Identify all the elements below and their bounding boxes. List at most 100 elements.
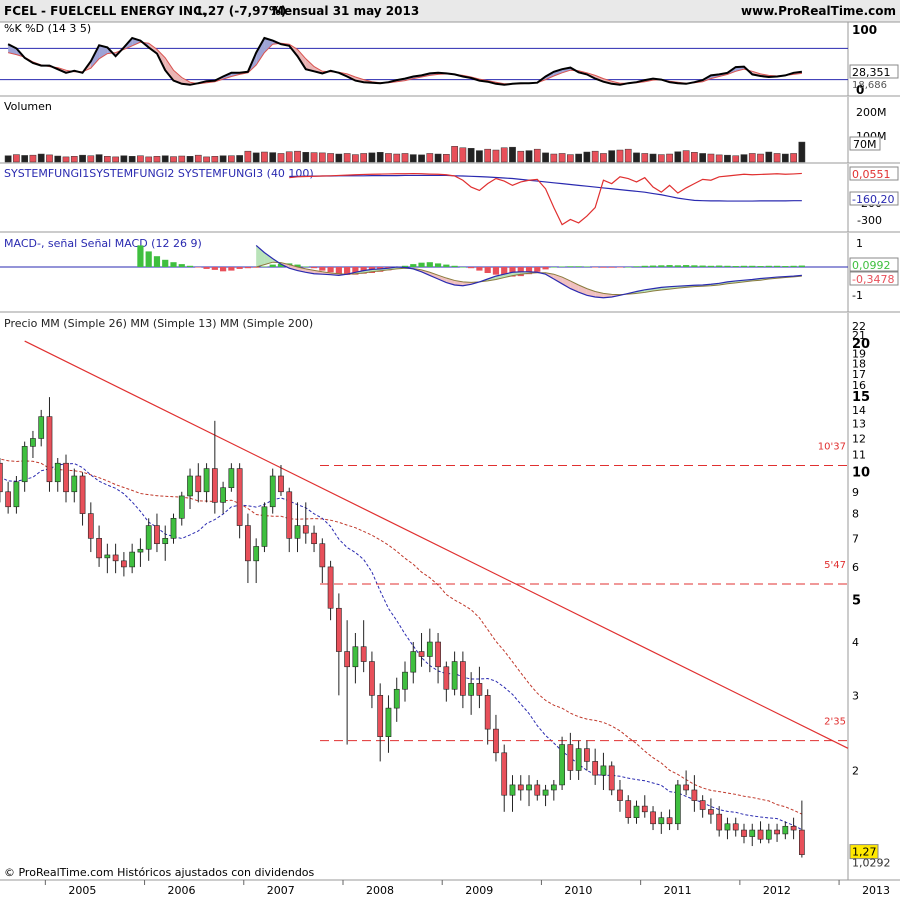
macd-histogram-bar <box>236 267 243 269</box>
volume-bar <box>699 153 706 163</box>
macd-histogram-bar <box>699 265 706 267</box>
volume-bar <box>186 156 194 163</box>
price-candle-body <box>790 825 797 831</box>
price-level-label: 10'37 <box>818 442 846 453</box>
price-tick-11: 11 <box>852 449 866 462</box>
volume-bar <box>54 155 62 163</box>
price-candle-body <box>253 546 260 562</box>
macd-histogram-bar <box>724 265 731 267</box>
volume-bar <box>285 151 293 163</box>
macd-histogram-bar <box>575 266 582 267</box>
price-tick-3: 3 <box>852 689 859 702</box>
volume-bar <box>732 155 740 163</box>
price-candle-body <box>550 784 557 791</box>
volume-bar <box>583 151 591 163</box>
volume-bar <box>575 153 582 163</box>
price-tick-12: 12 <box>852 432 866 445</box>
macd-histogram-bar <box>534 267 541 272</box>
volume-bar <box>550 153 558 163</box>
macd-histogram-bar <box>195 267 202 268</box>
volume-bar <box>715 154 723 163</box>
price-candle-body <box>393 688 400 709</box>
volume-bar <box>674 151 682 163</box>
macd-histogram-bar <box>451 265 458 267</box>
price-candle-body <box>344 651 350 668</box>
price-candle-body <box>774 829 780 835</box>
volume-bar <box>368 152 376 163</box>
price-candle-body <box>451 661 458 690</box>
stochastic-k-value: 28,351 <box>852 66 891 79</box>
macd-histogram-bar <box>666 265 673 267</box>
macd-histogram-bar <box>137 245 144 267</box>
price-candle-body <box>559 744 565 786</box>
macd-histogram-bar <box>749 265 756 267</box>
price-candle-body <box>302 525 309 534</box>
price-candle-body <box>608 765 615 791</box>
price-candle-body <box>526 784 532 791</box>
price-title: Precio MM (Simple 26) MM (Simple 13) MM … <box>4 317 313 330</box>
time-axis-label: 2012 <box>763 884 791 897</box>
period-label: Mensual 31 may 2013 <box>272 4 419 18</box>
price-candle-body <box>584 748 590 762</box>
macd-histogram-bar <box>616 267 624 268</box>
macd-histogram-bar <box>484 267 491 273</box>
macd-histogram-bar <box>476 267 483 271</box>
macd-histogram-bar <box>310 267 318 269</box>
price-candle-body <box>203 468 210 493</box>
volume-bar <box>790 153 797 163</box>
price-candle-body <box>575 748 582 771</box>
volume-bar <box>484 148 492 163</box>
volume-bar <box>244 150 252 163</box>
macd-histogram-bar <box>790 265 797 267</box>
volume-bar <box>748 153 756 163</box>
volume-bar <box>335 153 343 163</box>
macd-histogram-bar <box>203 267 210 269</box>
volume-bar <box>128 156 136 163</box>
price-candle-body <box>352 646 359 668</box>
volume-bar <box>467 148 475 163</box>
macd-histogram-bar <box>633 266 640 267</box>
macd-histogram-bar <box>558 266 566 268</box>
price-tick-5: 5 <box>852 594 861 609</box>
volume-bar <box>442 154 450 163</box>
macd-histogram-bar <box>583 266 590 268</box>
volume-bar <box>558 153 566 163</box>
volume-bar <box>352 154 359 163</box>
volume-bar <box>13 154 20 163</box>
volume-bar <box>211 156 219 163</box>
volume-bar <box>95 154 103 163</box>
macd-histogram-bar <box>641 265 648 267</box>
price-candle-body <box>228 468 235 489</box>
macd-histogram-bar <box>798 265 805 267</box>
macd-histogram-bar <box>732 266 739 267</box>
systemfungi-value-1: 0,0551 <box>852 168 891 181</box>
macd-histogram-bar <box>244 267 252 269</box>
price-candle-body <box>96 538 102 559</box>
macd-histogram-bar <box>773 265 781 267</box>
volume-bar <box>228 155 235 163</box>
time-axis-label: 2013 <box>862 884 890 897</box>
chart-canvas: FCEL - FUELCELL ENERGY INC. 1,27 (-7,97%… <box>0 0 900 900</box>
volume-bar <box>682 150 690 163</box>
price-candle-body <box>782 825 789 835</box>
volume-bar <box>104 156 111 163</box>
volume-bar <box>542 152 549 163</box>
volume-bar <box>691 152 698 163</box>
systemfungi-tick-minus300: -300 <box>857 214 882 227</box>
price-candle-body <box>757 829 764 840</box>
volume-bar <box>252 152 260 163</box>
volume-bar <box>277 153 285 163</box>
price-candle-body <box>418 651 425 657</box>
price-candle-body <box>493 728 499 754</box>
price-candle-body <box>641 805 648 813</box>
macd-histogram-bar <box>211 267 218 270</box>
price-candle-body <box>592 761 599 776</box>
price-candle-body <box>658 817 665 825</box>
price-tick-13: 13 <box>852 418 866 431</box>
volume-bar <box>600 153 607 163</box>
site-link[interactable]: www.ProRealTime.com <box>741 4 896 18</box>
price-candle-body <box>294 525 301 539</box>
macd-histogram-bar <box>443 264 450 267</box>
macd-histogram-bar <box>625 267 632 268</box>
price-candle-body <box>460 661 466 696</box>
